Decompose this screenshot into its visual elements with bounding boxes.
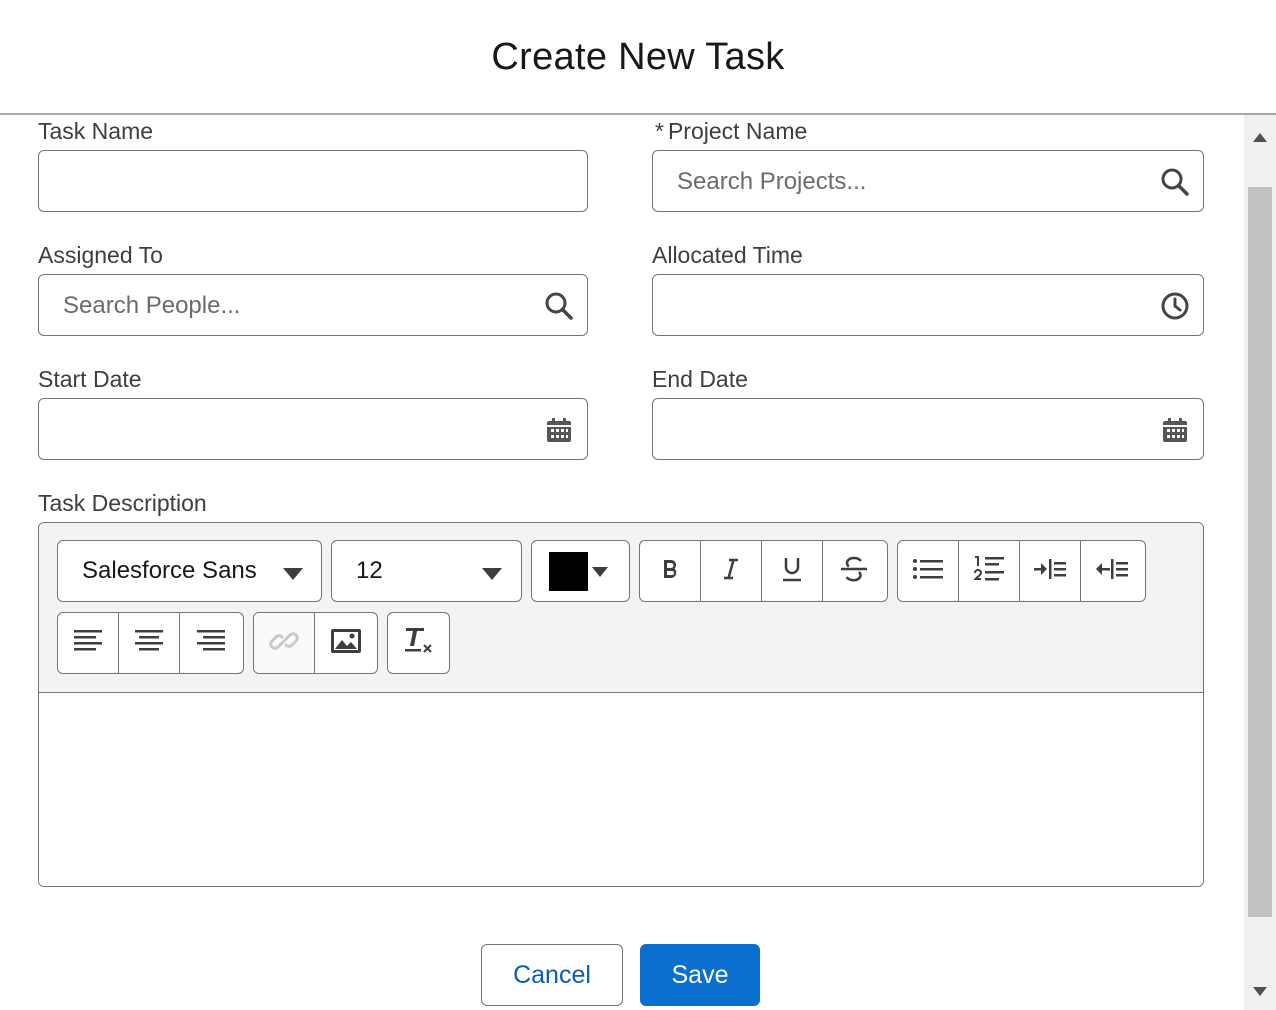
allocated-time-input[interactable] [652,274,1204,336]
strikethrough-icon [840,556,868,587]
bold-button[interactable] [640,541,701,601]
project-search-placeholder: Search Projects... [677,168,867,195]
editor-toolbar: Salesforce Sans 12 [39,523,1203,693]
chevron-down-icon [592,567,608,577]
indent-button[interactable] [1020,541,1081,601]
bulleted-list-button[interactable] [898,541,959,601]
calendar-icon[interactable] [543,414,575,446]
font-size-select[interactable]: 12 [331,540,522,602]
remove-formatting-icon [403,626,435,661]
calendar-icon[interactable] [1159,414,1191,446]
font-family-value: Salesforce Sans [82,557,257,584]
chevron-down-icon [482,568,502,580]
italic-icon [719,557,743,586]
vertical-scrollbar[interactable] [1244,115,1276,1010]
start-date-label: Start Date [38,366,142,392]
format-button-group [639,540,888,602]
search-icon[interactable] [543,290,575,322]
project-name-label-text: Project Name [667,118,808,144]
underline-icon [780,556,804,587]
save-button[interactable]: Save [640,944,760,1006]
link-icon [269,626,299,661]
start-date-input[interactable] [38,398,588,460]
text-color-picker[interactable] [531,540,630,602]
scrollbar-thumb[interactable] [1248,187,1272,917]
align-right-button[interactable] [180,613,241,673]
project-search-input[interactable]: Search Projects... [652,150,1204,212]
align-center-icon [134,628,164,659]
chevron-down-icon [283,568,303,580]
image-icon [330,628,362,659]
task-description-label: Task Description [38,490,207,516]
description-textarea[interactable] [39,693,1203,886]
cancel-button[interactable]: Cancel [481,944,623,1006]
align-button-group [57,612,244,674]
people-search-input[interactable]: Search People... [38,274,588,336]
end-date-input[interactable] [652,398,1204,460]
assigned-to-label: Assigned To [38,242,163,268]
remove-formatting-button[interactable] [388,613,449,673]
numbered-list-button[interactable] [959,541,1020,601]
project-name-label: * Project Name [655,118,807,145]
task-name-input[interactable] [38,150,588,212]
align-right-icon [196,628,226,659]
people-search-placeholder: Search People... [63,292,241,319]
dialog-header: Create New Task [0,0,1276,115]
search-icon[interactable] [1159,166,1191,198]
color-swatch [549,552,588,591]
required-asterisk: * [655,118,664,144]
font-size-value: 12 [356,557,383,584]
clear-format-button-group [387,612,450,674]
outdent-icon [1095,557,1129,586]
insert-button-group [253,612,378,674]
task-name-label: Task Name [38,118,154,144]
dialog-title: Create New Task [491,36,785,78]
clock-icon[interactable] [1159,290,1191,322]
dialog-body: Task Name * Project Name Search Projects.… [0,115,1244,1010]
end-date-label: End Date [652,366,748,392]
underline-button[interactable] [762,541,823,601]
list-button-group [897,540,1146,602]
bulleted-list-icon [912,557,944,586]
bold-icon [658,557,682,586]
outdent-button[interactable] [1081,541,1142,601]
italic-button[interactable] [701,541,762,601]
indent-icon [1033,557,1067,586]
strikethrough-button[interactable] [823,541,884,601]
scroll-up-arrow-icon[interactable] [1253,133,1267,142]
allocated-time-label: Allocated Time [652,242,803,268]
scroll-down-arrow-icon[interactable] [1253,987,1267,996]
insert-image-button[interactable] [315,613,376,673]
align-left-button[interactable] [58,613,119,673]
align-left-icon [73,628,103,659]
rich-text-editor: Salesforce Sans 12 [38,522,1204,887]
numbered-list-icon [973,554,1005,589]
font-family-select[interactable]: Salesforce Sans [57,540,322,602]
align-center-button[interactable] [119,613,180,673]
insert-link-button[interactable] [254,613,315,673]
